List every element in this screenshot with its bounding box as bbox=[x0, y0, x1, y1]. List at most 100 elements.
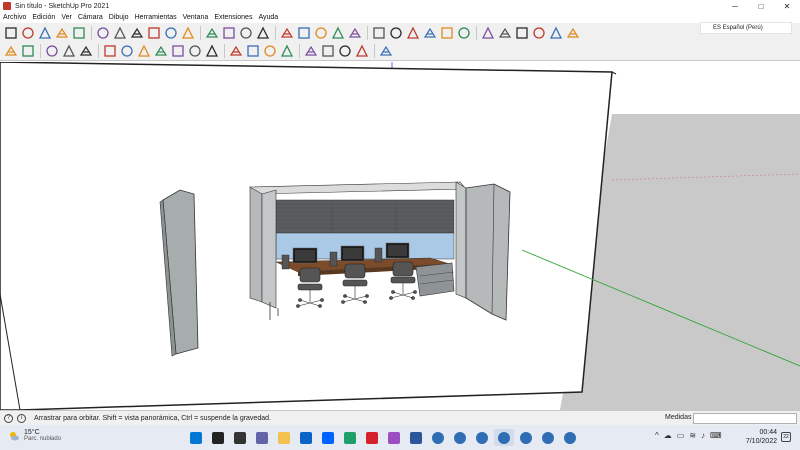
dimension-icon[interactable] bbox=[187, 43, 203, 59]
text-icon[interactable] bbox=[112, 25, 128, 41]
menu-camara[interactable]: Cámara bbox=[78, 14, 103, 21]
select-icon[interactable] bbox=[3, 25, 19, 41]
front-view-icon[interactable] bbox=[514, 25, 530, 41]
hide-icon[interactable] bbox=[255, 25, 271, 41]
menu-ventana[interactable]: Ventana bbox=[183, 14, 209, 21]
taskbar-mail-button[interactable] bbox=[296, 429, 316, 446]
sandbox-icon[interactable] bbox=[354, 43, 370, 59]
taskbar-sketchup-button[interactable] bbox=[516, 429, 536, 446]
offset-icon[interactable] bbox=[153, 43, 169, 59]
pan-icon[interactable] bbox=[245, 43, 261, 59]
tape-measure-icon[interactable] bbox=[170, 43, 186, 59]
xray-icon[interactable] bbox=[347, 25, 363, 41]
taskbar-sketchup-button[interactable] bbox=[560, 429, 580, 446]
rectangle-icon[interactable] bbox=[61, 43, 77, 59]
info-icon[interactable]: i bbox=[17, 413, 26, 423]
taskbar-sketchup-button[interactable] bbox=[450, 429, 470, 446]
hidden-line-icon[interactable] bbox=[405, 25, 421, 41]
taskbar-photos-button[interactable] bbox=[384, 429, 404, 446]
partly-cloudy-icon bbox=[10, 431, 19, 440]
taskbar-sketchup-button[interactable] bbox=[538, 429, 558, 446]
weather-widget[interactable]: 15°C Parc. nublado bbox=[8, 429, 61, 442]
taskbar-explorer-button[interactable] bbox=[274, 429, 294, 446]
battery-icon[interactable]: ▭ bbox=[677, 431, 685, 440]
zoom-icon[interactable] bbox=[262, 43, 278, 59]
orbit-icon[interactable] bbox=[228, 43, 244, 59]
paint-bucket-icon[interactable] bbox=[204, 43, 220, 59]
taskbar-dropbox-button[interactable] bbox=[318, 429, 338, 446]
face-icon[interactable] bbox=[330, 25, 346, 41]
textured-icon[interactable] bbox=[439, 25, 455, 41]
3dtext-icon[interactable] bbox=[146, 25, 162, 41]
top-view-icon[interactable] bbox=[497, 25, 513, 41]
arrow-icon[interactable] bbox=[3, 43, 19, 59]
help-icon[interactable]: ? bbox=[4, 413, 13, 423]
iso-view-icon[interactable] bbox=[480, 25, 496, 41]
eraser-icon[interactable] bbox=[54, 25, 70, 41]
layout-icon[interactable] bbox=[337, 43, 353, 59]
rotate-icon[interactable] bbox=[119, 43, 135, 59]
camera-icon[interactable] bbox=[180, 25, 196, 41]
taskbar-chat-button[interactable] bbox=[252, 429, 272, 446]
maximize-button[interactable]: □ bbox=[748, 0, 774, 12]
back-view-icon[interactable] bbox=[548, 25, 564, 41]
shaded-icon[interactable] bbox=[422, 25, 438, 41]
menu-ver[interactable]: Ver bbox=[61, 14, 72, 21]
drawing-viewport[interactable] bbox=[0, 62, 800, 410]
axes-icon[interactable] bbox=[129, 25, 145, 41]
taskbar-search-button[interactable] bbox=[208, 429, 228, 446]
move-icon[interactable] bbox=[102, 43, 118, 59]
eraser-icon[interactable] bbox=[20, 43, 36, 59]
position-camera-icon[interactable] bbox=[238, 25, 254, 41]
component-icon[interactable] bbox=[20, 25, 36, 41]
back-edges-icon[interactable] bbox=[371, 25, 387, 41]
scale-icon[interactable] bbox=[136, 43, 152, 59]
language-indicator[interactable]: ES Español (Perú) bbox=[700, 22, 792, 34]
walk-icon[interactable] bbox=[204, 25, 220, 41]
edge-icon[interactable] bbox=[313, 25, 329, 41]
volume-icon[interactable]: ♪ bbox=[701, 431, 705, 440]
minimize-button[interactable]: ─ bbox=[722, 0, 748, 12]
menu-edicion[interactable]: Edición bbox=[32, 14, 55, 21]
menu-extensiones[interactable]: Extensiones bbox=[214, 14, 252, 21]
zoom-extents-icon[interactable] bbox=[279, 43, 295, 59]
taskbar-word-button[interactable] bbox=[406, 429, 426, 446]
notification-badge[interactable]: 22 bbox=[781, 432, 791, 442]
scene-canvas[interactable] bbox=[0, 62, 800, 410]
right-view-icon[interactable] bbox=[531, 25, 547, 41]
fog-icon[interactable] bbox=[296, 25, 312, 41]
tape-icon[interactable] bbox=[71, 25, 87, 41]
left-view-icon[interactable] bbox=[565, 25, 581, 41]
extension-icon[interactable] bbox=[320, 43, 336, 59]
measurements-input[interactable] bbox=[693, 413, 797, 424]
protractor-icon[interactable] bbox=[95, 25, 111, 41]
close-button[interactable]: ✕ bbox=[774, 0, 800, 12]
wireframe-icon[interactable] bbox=[388, 25, 404, 41]
taskbar-acrobat-button[interactable] bbox=[362, 429, 382, 446]
menu-archivo[interactable]: Archivo bbox=[3, 14, 26, 21]
warehouse-icon[interactable] bbox=[303, 43, 319, 59]
taskbar-sketchup-button[interactable] bbox=[472, 429, 492, 446]
shadow-icon[interactable] bbox=[279, 25, 295, 41]
user-icon[interactable] bbox=[378, 43, 394, 59]
paint-icon[interactable] bbox=[37, 25, 53, 41]
taskbar-sketchup-button[interactable] bbox=[428, 429, 448, 446]
chevron-up-icon[interactable]: ^ bbox=[655, 431, 659, 440]
pencil-icon[interactable] bbox=[44, 43, 60, 59]
monochrome-icon[interactable] bbox=[456, 25, 472, 41]
section-icon[interactable] bbox=[163, 25, 179, 41]
menu-ayuda[interactable]: Ayuda bbox=[258, 14, 278, 21]
keyboard-icon[interactable]: ⌨ bbox=[710, 431, 722, 440]
taskbar-edge-button[interactable] bbox=[340, 429, 360, 446]
taskbar-clock[interactable]: 00:44 7/10/2022 bbox=[745, 428, 777, 446]
cloud-icon[interactable]: ☁ bbox=[664, 431, 672, 440]
taskbar-windows-button[interactable] bbox=[186, 429, 206, 446]
pushpull-icon[interactable] bbox=[78, 43, 94, 59]
taskbar-sketchup-button[interactable] bbox=[494, 429, 514, 446]
menu-herramientas[interactable]: Herramientas bbox=[135, 14, 177, 21]
wifi-icon[interactable]: ≋ bbox=[689, 431, 696, 440]
cubicle-right-wall-inner bbox=[455, 181, 467, 299]
taskbar-taskview-button[interactable] bbox=[230, 429, 250, 446]
menu-dibujo[interactable]: Dibujo bbox=[109, 14, 129, 21]
look-icon[interactable] bbox=[221, 25, 237, 41]
